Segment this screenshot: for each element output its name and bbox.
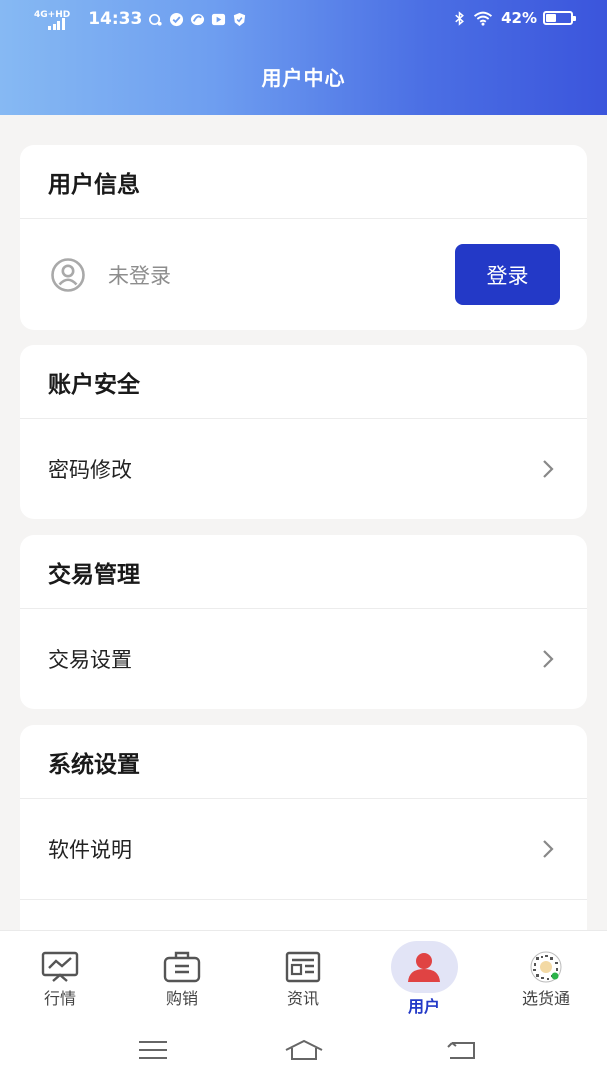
battery-percent: 42% <box>501 9 537 27</box>
shield-icon <box>232 12 247 27</box>
home-icon[interactable] <box>284 1038 324 1062</box>
status-time: 14:33 <box>88 9 143 29</box>
briefcase-icon <box>163 951 201 983</box>
chevron-right-icon <box>543 460 554 478</box>
back-icon[interactable] <box>446 1038 478 1062</box>
message-icon <box>148 12 163 27</box>
trade-settings-item[interactable]: 交易设置 <box>20 609 587 709</box>
tab-select-goods-label: 选货通 <box>521 989 570 1008</box>
battery-icon <box>543 11 576 25</box>
loop-icon <box>190 12 205 27</box>
account-security-card: 账户安全 密码修改 <box>20 345 587 519</box>
tab-trade[interactable]: 购销 <box>132 939 232 1009</box>
tab-user-label: 用户 <box>407 997 440 1016</box>
software-info-label: 软件说明 <box>48 838 132 862</box>
wifi-icon <box>473 11 493 26</box>
signal-icon <box>48 18 66 30</box>
chart-icon <box>41 951 79 982</box>
system-navigation-bar <box>0 1030 607 1075</box>
header: 4G+HD 14:33 42% 用户中心 <box>0 0 607 115</box>
password-change-item[interactable]: 密码修改 <box>20 419 587 519</box>
tab-news-label: 资讯 <box>286 989 319 1008</box>
tab-trade-label: 购销 <box>165 989 198 1008</box>
login-status-text: 未登录 <box>108 263 171 288</box>
trade-settings-label: 交易设置 <box>48 648 132 672</box>
password-change-label: 密码修改 <box>48 458 132 482</box>
page-title: 用户中心 <box>261 66 346 90</box>
tab-user[interactable]: 用户 <box>374 939 474 1017</box>
trade-management-card: 交易管理 交易设置 <box>20 535 587 709</box>
network-type: 4G+HD <box>34 9 71 20</box>
tab-market-label: 行情 <box>43 989 76 1008</box>
login-button[interactable]: 登录 <box>455 244 560 305</box>
account-security-title: 账户安全 <box>20 345 587 419</box>
chevron-right-icon <box>543 840 554 858</box>
user-info-card: 用户信息 未登录 登录 <box>20 145 587 330</box>
tab-select-goods[interactable]: 选货通 <box>496 939 596 1009</box>
check-icon <box>169 12 184 27</box>
status-bar: 4G+HD 14:33 42% <box>0 0 607 38</box>
system-settings-title: 系统设置 <box>20 725 587 799</box>
software-info-item[interactable]: 软件说明 <box>20 799 587 899</box>
news-icon <box>285 951 321 983</box>
video-icon <box>211 12 226 27</box>
trade-management-title: 交易管理 <box>20 535 587 609</box>
tab-market[interactable]: 行情 <box>10 939 110 1009</box>
avatar-icon <box>51 257 85 292</box>
user-info-title: 用户信息 <box>20 145 587 219</box>
menu-icon[interactable] <box>138 1038 168 1062</box>
qr-code-icon <box>530 951 562 983</box>
tab-news[interactable]: 资讯 <box>253 939 353 1009</box>
bluetooth-icon <box>452 10 467 26</box>
chevron-right-icon <box>543 650 554 668</box>
user-icon <box>408 953 440 982</box>
user-login-row: 未登录 登录 <box>20 219 587 330</box>
